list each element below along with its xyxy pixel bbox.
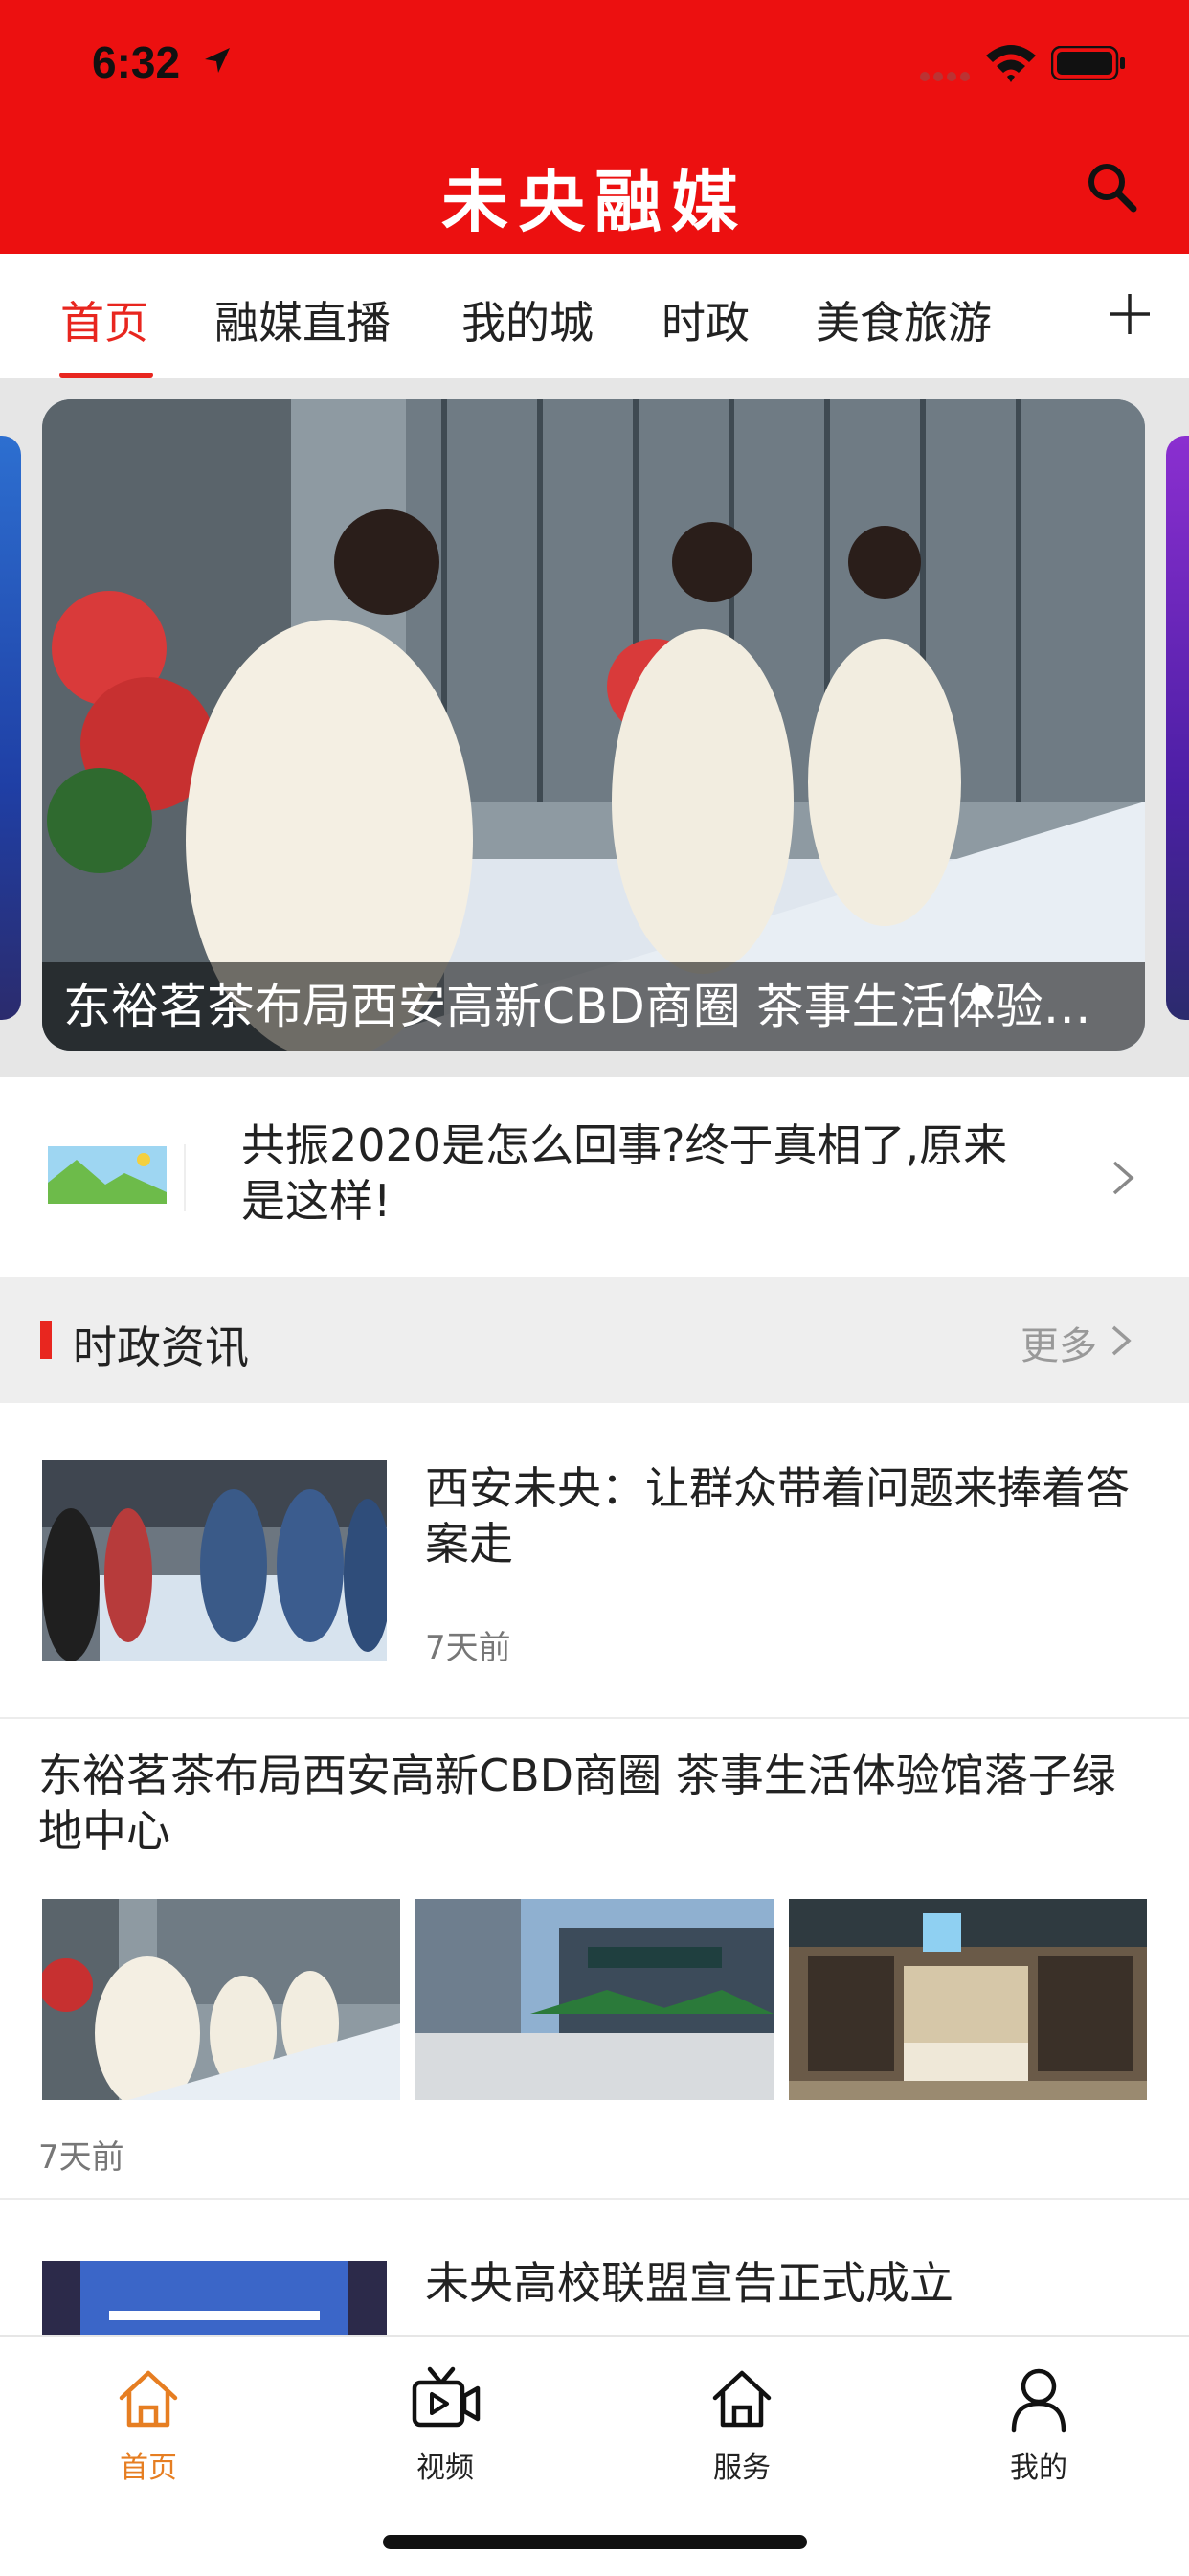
search-icon[interactable] [1084,159,1141,216]
banner-next-peek[interactable] [1166,436,1189,1020]
tab-food-travel[interactable]: 美食旅游 [816,288,992,351]
divider [0,1717,1189,1719]
home-indicator [383,2535,807,2549]
article-thumbnail [42,2261,387,2336]
cellular-signal-icon [920,72,970,81]
category-tabs: 首页 融媒直播 我的城 时政 美食旅游 [0,254,1189,378]
tab-my-city[interactable]: 我的城 [461,288,594,351]
section-title: 时政资讯 [73,1322,249,1373]
wifi-icon [986,45,1036,82]
tabbar-service[interactable]: 服务 [675,2365,809,2486]
section-accent-bar [40,1321,52,1359]
tab-politics[interactable]: 时政 [662,288,750,351]
banner-photo [42,399,1145,1051]
article-thumbnail [42,1899,400,2100]
article-thumbnail [415,1899,774,2100]
tabbar-label: 视频 [416,2452,474,2485]
divider [0,2198,1189,2200]
tab-live[interactable]: 融媒直播 [214,288,391,351]
location-arrow-icon [205,48,230,73]
battery-icon [1051,46,1125,80]
article-title: 西安未央：让群众带着问题来捧着答案走 [425,1462,1130,1570]
tabbar-label: 服务 [713,2452,771,2485]
tabbar-label: 我的 [1010,2452,1067,2485]
article-thumbnail [42,1460,387,1661]
article-time: 7天前 [38,2138,124,2177]
article-item[interactable]: 未央高校联盟宣告正式成立 [0,2202,1189,2336]
tab-home[interactable]: 首页 [60,288,148,351]
carousel-page-dot [971,985,992,1006]
notice-row[interactable]: 共振2020是怎么回事?终于真相了,原来是这样! [0,1077,1189,1277]
video-icon [412,2366,481,2428]
add-channel-icon[interactable] [1106,290,1154,338]
profile-icon [1011,2368,1066,2433]
article-title: 未央高校联盟宣告正式成立 [425,2257,953,2309]
banner-caption: 东裕茗茶布局西安高新CBD商圈 茶事生活体验馆落子绿地中心 [63,979,1126,1034]
tabbar-profile[interactable]: 我的 [972,2365,1106,2486]
article-title: 东裕茗茶布局西安高新CBD商圈 茶事生活体验馆落子绿地中心 [38,1750,1116,1857]
article-item[interactable]: 东裕茗茶布局西安高新CBD商圈 茶事生活体验馆落子绿地中心 7天前 [0,1721,1189,2200]
notice-divider [184,1144,186,1211]
more-link[interactable]: 更多 [1021,1315,1097,1370]
article-thumbnail [789,1899,1147,2100]
section-header: 时政资讯 更多 [0,1277,1189,1403]
tabbar-label: 首页 [120,2452,177,2485]
service-home-icon [712,2370,772,2428]
chevron-right-icon [1112,1161,1134,1195]
home-icon [119,2370,178,2428]
status-time: 6:32 [92,37,181,87]
image-placeholder-icon [48,1146,167,1204]
tabbar-video[interactable]: 视频 [378,2365,512,2486]
article-time: 7天前 [425,1629,511,1667]
banner-prev-peek[interactable] [0,436,21,1020]
chevron-right-icon[interactable] [1110,1324,1132,1357]
banner-carousel[interactable]: 东裕茗茶布局西安高新CBD商圈 茶事生活体验馆落子绿地中心 [0,378,1189,1077]
notice-text: 共振2020是怎么回事?终于真相了,原来是这样! [241,1119,1008,1227]
article-item[interactable]: 西安未央：让群众带着问题来捧着答案走 7天前 [0,1403,1189,1719]
tabbar-home[interactable]: 首页 [81,2365,215,2486]
app-header: 6:32 未央融媒 [0,0,1189,254]
app-title: 未央融媒 [441,162,748,241]
banner-slide[interactable]: 东裕茗茶布局西安高新CBD商圈 茶事生活体验馆落子绿地中心 [42,399,1145,1051]
